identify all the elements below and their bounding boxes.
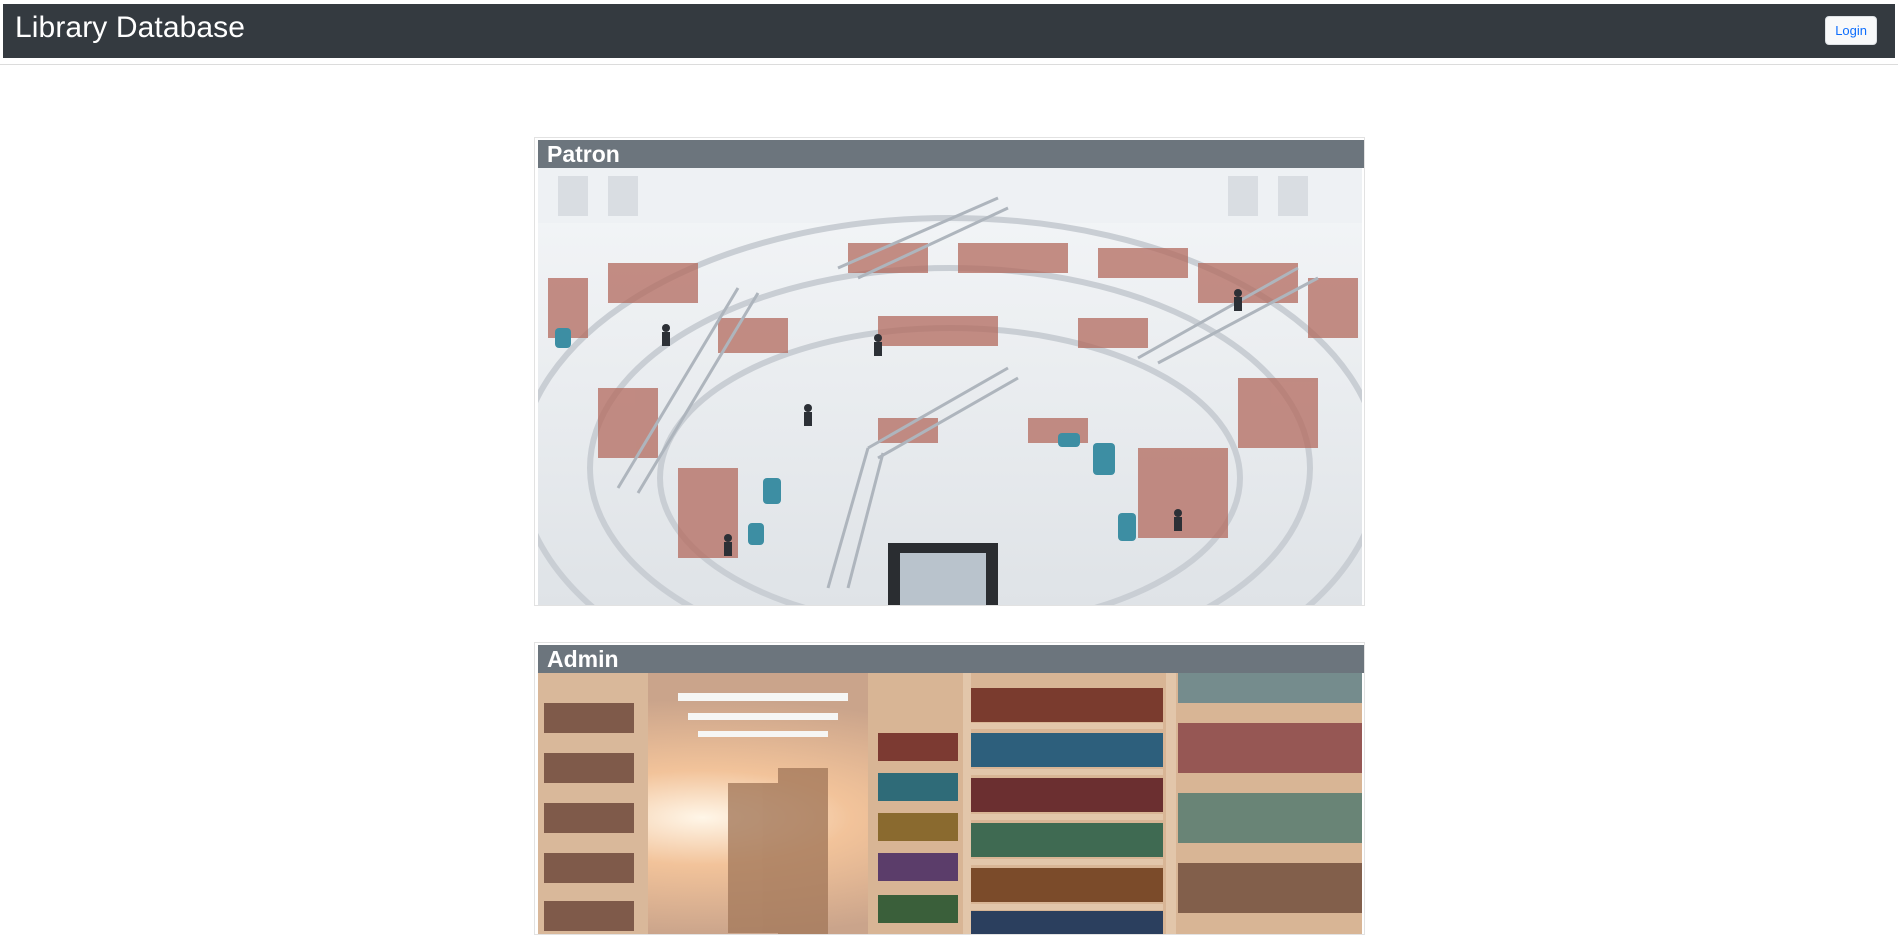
- patron-card-title[interactable]: Patron: [538, 140, 1364, 168]
- patron-library-image[interactable]: [538, 168, 1362, 605]
- top-navbar: Library Database Login: [3, 4, 1895, 58]
- admin-card[interactable]: Admin: [534, 642, 1365, 935]
- navbar-divider: [0, 64, 1898, 65]
- brand-title[interactable]: Library Database: [15, 11, 245, 45]
- patron-card[interactable]: Patron: [534, 137, 1365, 606]
- admin-library-image[interactable]: [538, 673, 1362, 934]
- admin-card-title[interactable]: Admin: [538, 645, 1364, 673]
- login-button[interactable]: Login: [1825, 15, 1877, 45]
